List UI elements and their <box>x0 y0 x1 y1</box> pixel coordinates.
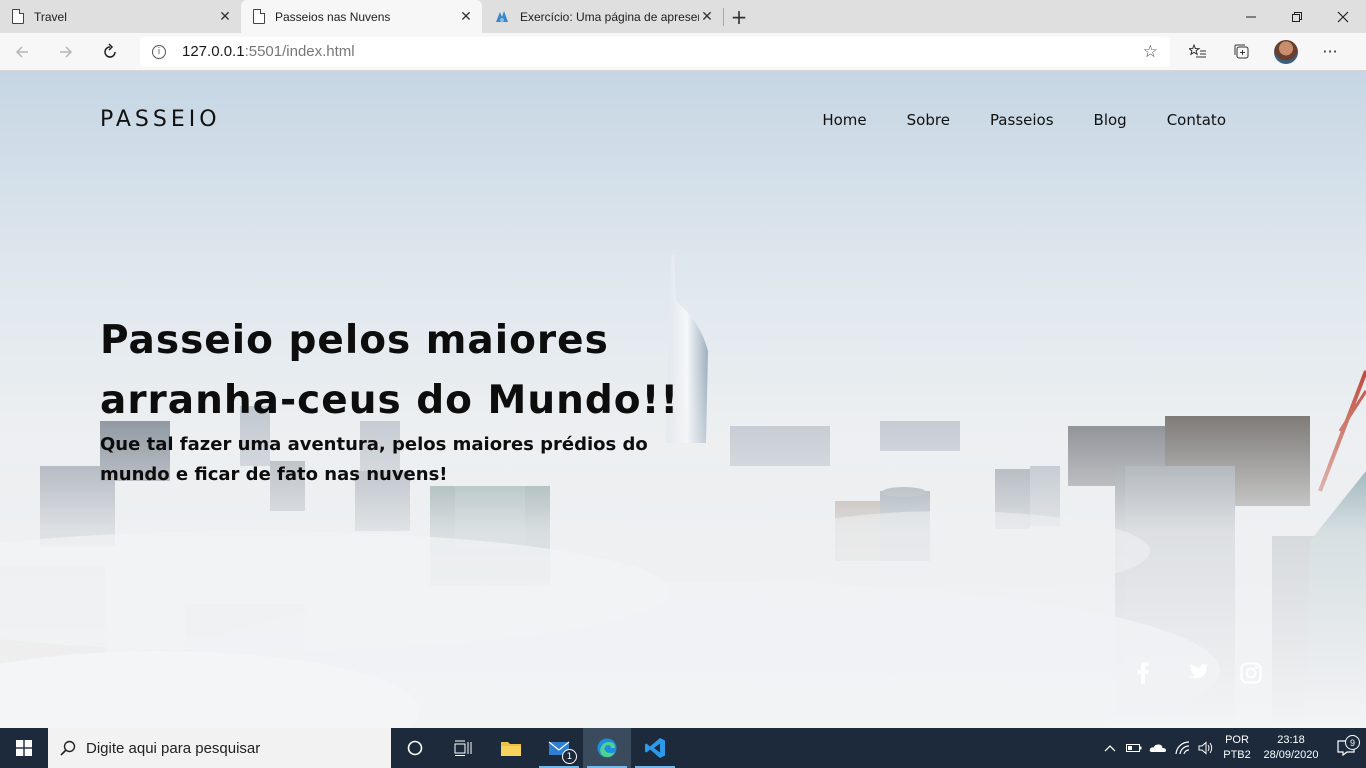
nav-link-contato[interactable]: Contato <box>1167 111 1226 129</box>
tab-title: Exercício: Uma página de apresen <box>520 9 699 24</box>
refresh-icon <box>104 42 116 58</box>
edu-icon <box>496 10 508 22</box>
folder-icon <box>501 742 521 756</box>
task-view-button[interactable] <box>439 728 487 768</box>
info-icon[interactable]: i <box>152 44 166 59</box>
task-view-icon <box>454 740 472 756</box>
site-logo[interactable]: PASSEIO <box>100 107 221 132</box>
window-controls <box>1228 0 1366 33</box>
arrow-left-icon <box>15 45 28 58</box>
tab-strip: Travel ✕ Passeios nas Nuvens ✕ Exercício… <box>0 0 1366 33</box>
new-tab-button[interactable]: + <box>724 0 754 33</box>
page-icon <box>12 9 24 24</box>
nav-link-passeios[interactable]: Passeios <box>990 111 1054 129</box>
clock-date: 28/09/2020 <box>1263 749 1319 761</box>
close-icon[interactable]: ✕ <box>217 9 233 25</box>
page-icon <box>253 9 265 24</box>
cortana-button[interactable] <box>391 728 439 768</box>
clock-time: 23:18 <box>1277 734 1305 746</box>
input-language-indicator[interactable]: POR PTB2 <box>1218 733 1256 763</box>
site-nav: Home Sobre Passeios Blog Contato <box>822 111 1226 129</box>
taskbar-search-box[interactable]: Digite aqui para pesquisar <box>48 728 391 768</box>
forward-button[interactable] <box>44 33 88 71</box>
tab-passeios[interactable]: Passeios nas Nuvens ✕ <box>241 0 482 33</box>
favorites-list-icon <box>1189 43 1206 57</box>
hero-subtitle: Que tal fazer uma aventura, pelos maiore… <box>100 434 648 485</box>
arrow-right-icon <box>60 45 73 58</box>
close-icon[interactable]: ✕ <box>699 9 715 25</box>
vscode-icon <box>645 738 665 758</box>
url-host: 127.0.0.1 <box>182 43 245 60</box>
chevron-up-icon[interactable] <box>1098 744 1122 752</box>
nav-link-sobre[interactable]: Sobre <box>907 111 950 129</box>
system-tray: POR PTB2 23:18 28/09/2020 9 <box>1098 728 1366 768</box>
restore-icon <box>1292 11 1302 22</box>
search-icon <box>60 740 76 756</box>
search-placeholder: Digite aqui para pesquisar <box>86 739 261 757</box>
nav-link-home[interactable]: Home <box>822 111 866 129</box>
cortana-circle-icon <box>407 740 423 756</box>
browser-toolbar: i 127.0.0.1:5501/index.html ☆ ··· <box>0 33 1366 71</box>
start-button[interactable] <box>0 728 48 768</box>
volume-icon[interactable] <box>1194 741 1218 755</box>
address-bar[interactable]: i 127.0.0.1:5501/index.html ☆ <box>140 36 1170 67</box>
vscode-button[interactable] <box>631 728 679 768</box>
clock[interactable]: 23:18 28/09/2020 <box>1256 733 1326 763</box>
restore-button[interactable] <box>1274 0 1320 33</box>
collections-button[interactable] <box>1220 33 1264 71</box>
close-icon[interactable]: ✕ <box>458 9 474 25</box>
onedrive-cloud-icon[interactable] <box>1146 743 1170 753</box>
favorites-button[interactable] <box>1176 33 1220 71</box>
language-code: POR <box>1225 734 1249 746</box>
battery-icon[interactable] <box>1122 743 1146 753</box>
tab-title: Travel <box>34 9 67 24</box>
tab-travel[interactable]: Travel ✕ <box>0 0 241 33</box>
notification-badge: 9 <box>1345 735 1360 750</box>
close-window-button[interactable] <box>1320 0 1366 33</box>
mail-button[interactable]: 1 <box>535 728 583 768</box>
facebook-icon[interactable] <box>1130 660 1156 686</box>
refresh-button[interactable] <box>88 33 132 71</box>
tab-title: Passeios nas Nuvens <box>275 9 391 24</box>
collections-icon <box>1234 44 1249 58</box>
action-center-button[interactable]: 9 <box>1326 735 1366 756</box>
instagram-icon[interactable] <box>1238 660 1264 686</box>
twitter-icon[interactable] <box>1184 660 1210 686</box>
windows-logo-icon <box>16 740 32 756</box>
edge-button[interactable] <box>583 728 631 768</box>
tab-exercicio[interactable]: Exercício: Uma página de apresen ✕ <box>482 0 723 33</box>
file-explorer-button[interactable] <box>487 728 535 768</box>
edge-icon <box>597 738 617 758</box>
close-icon <box>1337 11 1349 22</box>
minimize-icon <box>1246 16 1256 17</box>
more-menu-button[interactable]: ··· <box>1308 33 1352 71</box>
wifi-icon[interactable] <box>1170 741 1194 755</box>
social-links <box>1130 660 1264 686</box>
hero-title: Passeio pelos maiores arranha-ceus do Mu… <box>100 318 680 423</box>
url-path: :5501/index.html <box>244 43 355 60</box>
avatar <box>1274 39 1298 64</box>
back-button[interactable] <box>0 33 44 71</box>
web-page: PASSEIO Home Sobre Passeios Blog Contato… <box>0 71 1366 728</box>
keyboard-layout: PTB2 <box>1223 749 1251 761</box>
favorite-star-icon[interactable]: ☆ <box>1143 42 1158 62</box>
minimize-button[interactable] <box>1228 0 1274 33</box>
nav-link-blog[interactable]: Blog <box>1094 111 1127 129</box>
mail-badge: 1 <box>562 749 577 764</box>
taskbar: Digite aqui para pesquisar 1 POR PTB2 23… <box>0 728 1366 768</box>
more-icon: ··· <box>1322 42 1338 61</box>
profile-button[interactable] <box>1264 33 1308 71</box>
url-text[interactable]: 127.0.0.1:5501/index.html <box>182 43 1143 60</box>
site-header: PASSEIO Home Sobre Passeios Blog Contato <box>100 107 1226 132</box>
